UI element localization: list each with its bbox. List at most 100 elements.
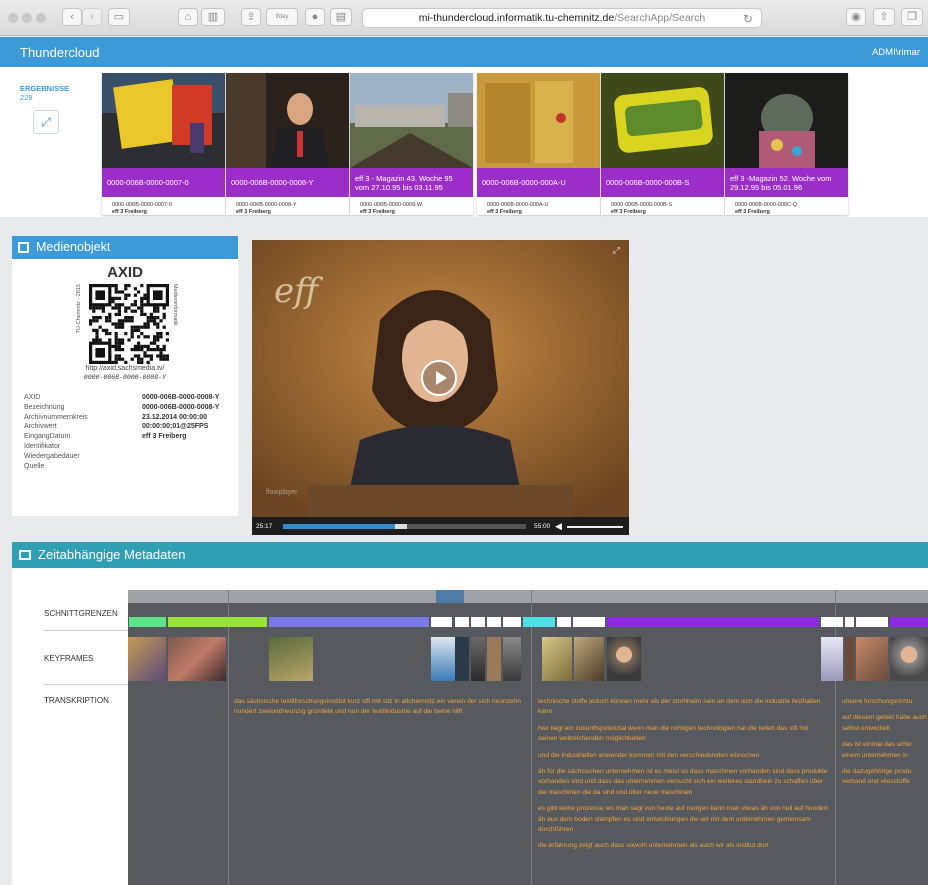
transcript-segment[interactable]: die dazugehörige produ verband und vlies… <box>842 767 928 788</box>
address-bar[interactable]: mi-thundercloud.informatik.tu-chemnitz.d… <box>362 8 762 28</box>
transcript-segment[interactable]: das ist einmal das schw einem unternehme… <box>842 740 928 761</box>
result-thumbnail <box>102 73 225 168</box>
transcript-segment[interactable]: auf diesem gebiet habe auch selbst entwi… <box>842 713 928 734</box>
cut-segment[interactable] <box>129 617 166 627</box>
cut-segment[interactable] <box>573 617 605 627</box>
result-card[interactable]: eff 3 - Magazin 43. Woche 95 vom 27.10.9… <box>350 73 473 215</box>
volume-slider[interactable] <box>567 526 623 528</box>
reload-icon[interactable]: ↻ <box>743 10 753 28</box>
cut-segment[interactable] <box>523 617 555 627</box>
play-icon[interactable] <box>421 360 457 396</box>
video-controls: 25:17 55:00 ◀ <box>252 517 629 536</box>
cut-segment[interactable] <box>845 617 854 627</box>
reader-button[interactable]: ifday <box>266 8 298 26</box>
keyframe-thumbnail[interactable] <box>431 637 455 681</box>
video-timeline[interactable] <box>283 524 526 529</box>
privacy-icon[interactable]: ◉ <box>846 8 866 26</box>
video-player[interactable]: eff ⤢ flowplayer 25:17 55:00 ◀ <box>252 240 629 536</box>
keyframe-thumbnail[interactable] <box>471 637 485 681</box>
transcript-segment[interactable]: unsere forschungsrichtu <box>842 697 928 707</box>
property-value: 23.12.2014 00:00:00 <box>142 413 207 421</box>
result-card[interactable]: 0000-006B-0000-000A-U 0000-006B-0000-000… <box>477 73 600 215</box>
transcript-segment[interactable]: und die industriellen anwender kommen mi… <box>538 751 828 761</box>
row-label-schnittgrenzen: SCHNITTGRENZEN <box>44 609 118 618</box>
app-title[interactable]: Thundercloud <box>20 45 100 60</box>
extension-icon[interactable]: ▤ <box>330 8 352 26</box>
cut-segment[interactable] <box>821 617 843 627</box>
cut-segment[interactable] <box>168 617 267 627</box>
bookmark-icon[interactable]: ▥ <box>201 8 225 26</box>
property-row: Bezeichnung 0000-006B-0000-0008-Y <box>24 403 219 413</box>
result-station: eff 3 Freiberg <box>236 209 271 215</box>
keyframe-thumbnail[interactable] <box>455 637 469 681</box>
property-label: AXID <box>24 394 41 401</box>
back-icon[interactable]: ‹ <box>62 8 82 26</box>
pin-icon[interactable]: ● <box>305 8 325 26</box>
user-name[interactable]: ADMI\rimar <box>872 47 920 58</box>
close-window-dot[interactable] <box>8 13 18 23</box>
cut-segment[interactable] <box>455 617 469 627</box>
cut-segment[interactable] <box>431 617 452 627</box>
cut-segment[interactable] <box>269 617 429 627</box>
result-thumbnail <box>350 73 473 168</box>
keyframe-thumbnail[interactable] <box>856 637 888 681</box>
result-id: 0000-006B-0000-0008-Y <box>236 202 297 208</box>
keyframe-thumbnail[interactable] <box>607 637 641 681</box>
share-icon[interactable]: ⇪ <box>241 8 261 26</box>
result-thumbnail <box>601 73 724 168</box>
result-card[interactable]: 0000-006B-0000-0008-Y 0000-006B-0000-000… <box>226 73 349 215</box>
transcript-segment[interactable]: die erfahrung zeigt auch dass sowohl unt… <box>538 841 828 851</box>
result-caption: 0000-006B-0000-000A-U <box>477 168 600 197</box>
expand-icon[interactable]: ⤢ <box>33 110 59 134</box>
cut-segment[interactable] <box>471 617 485 627</box>
metadata-section: Zeitabhängige Metadaten SCHNITTGRENZEN K… <box>0 535 928 885</box>
transcript-segment[interactable]: das sächsische textilforschungsinstitut … <box>234 697 526 718</box>
metadata-title: Zeitabhängige Metadaten <box>38 547 186 562</box>
transcript-segment[interactable]: technische stoffe jedoch können mehr als… <box>538 697 828 718</box>
keyframe-thumbnail[interactable] <box>542 637 572 681</box>
medienobjekt-header: Medienobjekt <box>12 236 238 259</box>
result-id: 0000-006B-0000-000A-U <box>487 202 549 208</box>
film-icon <box>19 550 31 560</box>
cut-segment[interactable] <box>890 617 928 627</box>
cut-segment[interactable] <box>557 617 571 627</box>
cut-segment[interactable] <box>503 617 521 627</box>
minimize-window-dot[interactable] <box>22 13 32 23</box>
keyframe-thumbnail[interactable] <box>503 637 521 681</box>
transcript-segment[interactable]: es gibt keine prozesse wo man sagt von h… <box>538 804 828 835</box>
property-row: AXID 0000-006B-0000-0008-Y <box>24 393 219 403</box>
result-station: eff 3 Freiberg <box>360 209 395 215</box>
keyframe-thumbnail[interactable] <box>168 637 226 681</box>
timeline-position-marker[interactable] <box>436 590 464 603</box>
keyframe-thumbnail[interactable] <box>269 637 313 681</box>
keyframe-thumbnail[interactable] <box>487 637 501 681</box>
forward-icon[interactable]: › <box>82 8 102 26</box>
result-card[interactable]: 0000-006B-0000-000B-S 0000-006B-0000-000… <box>601 73 724 215</box>
property-value: 0000-006B-0000-0008-Y <box>142 394 220 401</box>
keyframe-thumbnail[interactable] <box>845 637 854 681</box>
row-label-keyframes: KEYFRAMES <box>44 654 94 663</box>
tabs-icon[interactable]: ❐ <box>901 8 923 26</box>
share-page-icon[interactable]: ⇧ <box>873 8 895 26</box>
timeline-divider <box>835 590 836 885</box>
timeline-panel[interactable]: das sächsische textilforschungsinstitut … <box>128 590 928 885</box>
keyframe-thumbnail[interactable] <box>574 637 604 681</box>
property-list: AXID 0000-006B-0000-0008-Y Bezeichnung 000… <box>24 393 219 471</box>
keyframe-thumbnail[interactable] <box>821 637 843 681</box>
result-card[interactable]: 0000-006B-0000-0007-0 0000-006B-0000-000… <box>102 73 225 215</box>
volume-icon[interactable]: ◀ <box>555 521 562 532</box>
sidebar-icon[interactable]: ▭ <box>108 8 130 26</box>
fullscreen-icon[interactable]: ⤢ <box>613 245 620 256</box>
transcript-segment[interactable]: äh für die sächsischen unternehmen ist e… <box>538 767 828 798</box>
keyframe-thumbnail[interactable] <box>128 637 166 681</box>
home-icon[interactable]: ⌂ <box>178 8 198 26</box>
transcript-segment[interactable]: hier liegt ein zukunftspotenzial wenn ma… <box>538 724 828 745</box>
cut-segment[interactable] <box>487 617 501 627</box>
zoom-window-dot[interactable] <box>36 13 46 23</box>
property-row: EingangDatum eff 3 Freiberg <box>24 432 219 442</box>
result-id: 0000-006B-0000-0009-W <box>360 202 423 208</box>
cut-segment[interactable] <box>856 617 888 627</box>
keyframe-thumbnail[interactable] <box>890 637 928 681</box>
cut-segment[interactable] <box>607 617 819 627</box>
result-card[interactable]: eff 3 -Magazin 52. Woche vom 29.12.95 bi… <box>725 73 848 215</box>
